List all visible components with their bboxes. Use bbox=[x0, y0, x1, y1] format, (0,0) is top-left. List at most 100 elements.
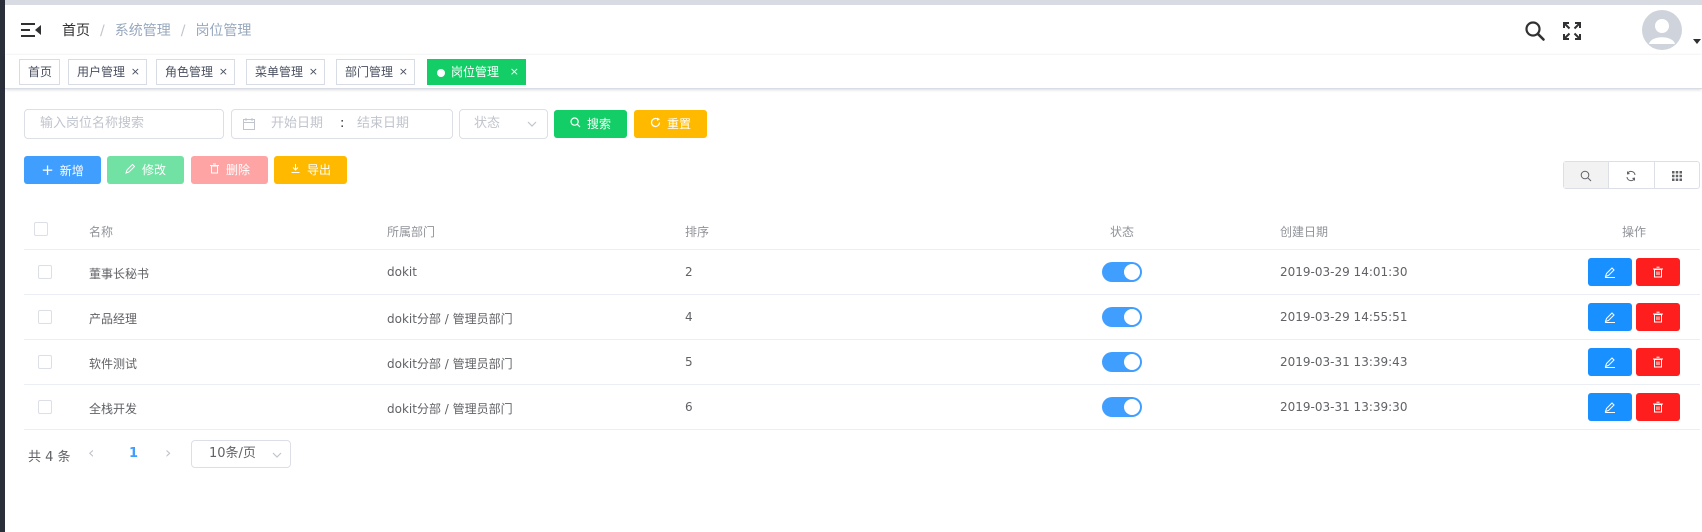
row-edit-button[interactable] bbox=[1588, 348, 1632, 376]
add-button[interactable]: + 新增 bbox=[24, 156, 101, 184]
prev-page-button[interactable]: ‹ bbox=[88, 443, 94, 462]
page-size-value: 10条/页 bbox=[209, 446, 256, 461]
cell-sort: 6 bbox=[685, 400, 693, 414]
search-icon bbox=[570, 110, 581, 138]
row-checkbox[interactable] bbox=[38, 400, 52, 414]
row-edit-button[interactable] bbox=[1588, 393, 1632, 421]
tag-menu-management[interactable]: 菜单管理 × bbox=[246, 59, 325, 85]
chevron-down-icon bbox=[527, 121, 537, 127]
date-range-picker[interactable]: 开始日期 : 结束日期 bbox=[231, 109, 453, 139]
row-edit-button[interactable] bbox=[1588, 303, 1632, 331]
user-avatar-icon[interactable] bbox=[1642, 10, 1682, 50]
status-switch[interactable] bbox=[1102, 397, 1142, 417]
search-button-label: 搜索 bbox=[586, 117, 611, 131]
cell-dept: dokit分部 / 管理员部门 bbox=[387, 402, 513, 416]
app-frame: 首页 / 系统管理 / 岗位管理 首页 用户管理 × 角色管理 × 菜单管理 ×… bbox=[0, 0, 1702, 532]
breadcrumb-current: 岗位管理 bbox=[195, 23, 252, 39]
menu-icon[interactable] bbox=[21, 22, 41, 38]
grid-icon bbox=[1671, 171, 1682, 181]
tag-user-management[interactable]: 用户管理 × bbox=[68, 59, 147, 85]
plus-icon: + bbox=[41, 161, 54, 179]
header-dept: 所属部门 bbox=[387, 225, 436, 239]
header-ops: 操作 bbox=[1622, 225, 1647, 239]
close-icon[interactable]: × bbox=[510, 60, 519, 84]
row-checkbox[interactable] bbox=[38, 310, 52, 324]
edit-icon bbox=[125, 156, 136, 184]
refresh-icon bbox=[650, 110, 661, 138]
fullscreen-icon[interactable] bbox=[1561, 20, 1583, 42]
range-separator: : bbox=[340, 116, 345, 131]
row-edit-button[interactable] bbox=[1588, 258, 1632, 286]
header-name: 名称 bbox=[89, 225, 114, 239]
edit-icon bbox=[1604, 357, 1615, 368]
row-delete-button[interactable] bbox=[1636, 393, 1680, 421]
tag-post-management[interactable]: 岗位管理 × bbox=[427, 59, 526, 85]
search-icon[interactable] bbox=[1524, 20, 1546, 42]
export-button[interactable]: 导出 bbox=[274, 156, 347, 184]
status-select-placeholder: 状态 bbox=[474, 116, 501, 131]
breadcrumb-separator: / bbox=[180, 23, 186, 39]
columns-button[interactable] bbox=[1655, 162, 1699, 188]
row-delete-button[interactable] bbox=[1636, 258, 1680, 286]
select-all-checkbox[interactable] bbox=[34, 222, 48, 236]
search-icon bbox=[1580, 170, 1592, 182]
breadcrumb-home[interactable]: 首页 bbox=[62, 21, 90, 41]
navbar: 首页 / 系统管理 / 岗位管理 bbox=[5, 5, 1702, 55]
page-size-select[interactable]: 10条/页 bbox=[191, 440, 291, 468]
tag-label: 首页 bbox=[28, 65, 53, 79]
row-checkbox[interactable] bbox=[38, 265, 52, 279]
active-dot-icon bbox=[437, 69, 445, 77]
total-count: 共 4 条 bbox=[28, 450, 71, 465]
close-icon[interactable]: × bbox=[309, 60, 318, 84]
delete-button[interactable]: 删除 bbox=[191, 156, 268, 184]
reset-button[interactable]: 重置 bbox=[634, 110, 707, 138]
next-page-button[interactable]: › bbox=[165, 443, 171, 462]
cell-created: 2019-03-31 13:39:43 bbox=[1280, 355, 1408, 369]
status-switch[interactable] bbox=[1102, 352, 1142, 372]
search-button[interactable]: 搜索 bbox=[554, 110, 627, 138]
row-checkbox[interactable] bbox=[38, 355, 52, 369]
cell-created: 2019-03-31 13:39:30 bbox=[1280, 400, 1408, 414]
cell-dept: dokit分部 / 管理员部门 bbox=[387, 312, 513, 326]
trash-icon bbox=[1653, 401, 1663, 413]
trash-icon bbox=[1653, 356, 1663, 368]
cell-name: 软件测试 bbox=[89, 357, 138, 371]
status-switch[interactable] bbox=[1102, 307, 1142, 327]
row-delete-button[interactable] bbox=[1636, 348, 1680, 376]
cell-sort: 4 bbox=[685, 310, 693, 324]
edit-button[interactable]: 修改 bbox=[107, 156, 184, 184]
refresh-icon bbox=[1626, 170, 1636, 182]
refresh-table-button[interactable] bbox=[1609, 162, 1655, 188]
start-date-input[interactable]: 开始日期 bbox=[271, 110, 323, 138]
edit-button-label: 修改 bbox=[141, 163, 166, 177]
cell-dept: dokit分部 / 管理员部门 bbox=[387, 357, 513, 371]
row-delete-button[interactable] bbox=[1636, 303, 1680, 331]
close-icon[interactable]: × bbox=[219, 60, 228, 84]
cell-dept: dokit bbox=[387, 265, 417, 279]
end-date-input[interactable]: 结束日期 bbox=[357, 110, 409, 138]
trash-icon bbox=[209, 156, 220, 184]
reset-button-label: 重置 bbox=[666, 117, 691, 131]
add-button-label: 新增 bbox=[59, 164, 84, 178]
close-icon[interactable]: × bbox=[131, 60, 140, 84]
header-sort: 排序 bbox=[685, 225, 710, 239]
status-switch[interactable] bbox=[1102, 262, 1142, 282]
table-tools bbox=[1563, 161, 1700, 189]
tag-dept-management[interactable]: 部门管理 × bbox=[336, 59, 415, 85]
delete-button-label: 删除 bbox=[225, 163, 250, 177]
toggle-search-button[interactable] bbox=[1564, 162, 1610, 188]
tags-view: 首页 用户管理 × 角色管理 × 菜单管理 × 部门管理 × 岗位管理 × bbox=[5, 55, 1702, 89]
tag-home[interactable]: 首页 bbox=[19, 59, 60, 85]
table-row: 软件测试 dokit分部 / 管理员部门 5 2019-03-31 13:39:… bbox=[24, 340, 1700, 385]
export-button-label: 导出 bbox=[306, 163, 331, 177]
close-icon[interactable]: × bbox=[399, 60, 408, 84]
post-name-search-input[interactable]: 输入岗位名称搜索 bbox=[24, 109, 224, 139]
edit-icon bbox=[1604, 267, 1615, 278]
breadcrumb-separator: / bbox=[100, 23, 105, 39]
chevron-down-icon[interactable] bbox=[1693, 39, 1701, 44]
tag-role-management[interactable]: 角色管理 × bbox=[156, 59, 235, 85]
page-number-current[interactable]: 1 bbox=[129, 446, 138, 461]
trash-icon bbox=[1653, 266, 1663, 278]
status-select[interactable]: 状态 bbox=[459, 109, 548, 139]
cell-name: 产品经理 bbox=[89, 312, 138, 326]
